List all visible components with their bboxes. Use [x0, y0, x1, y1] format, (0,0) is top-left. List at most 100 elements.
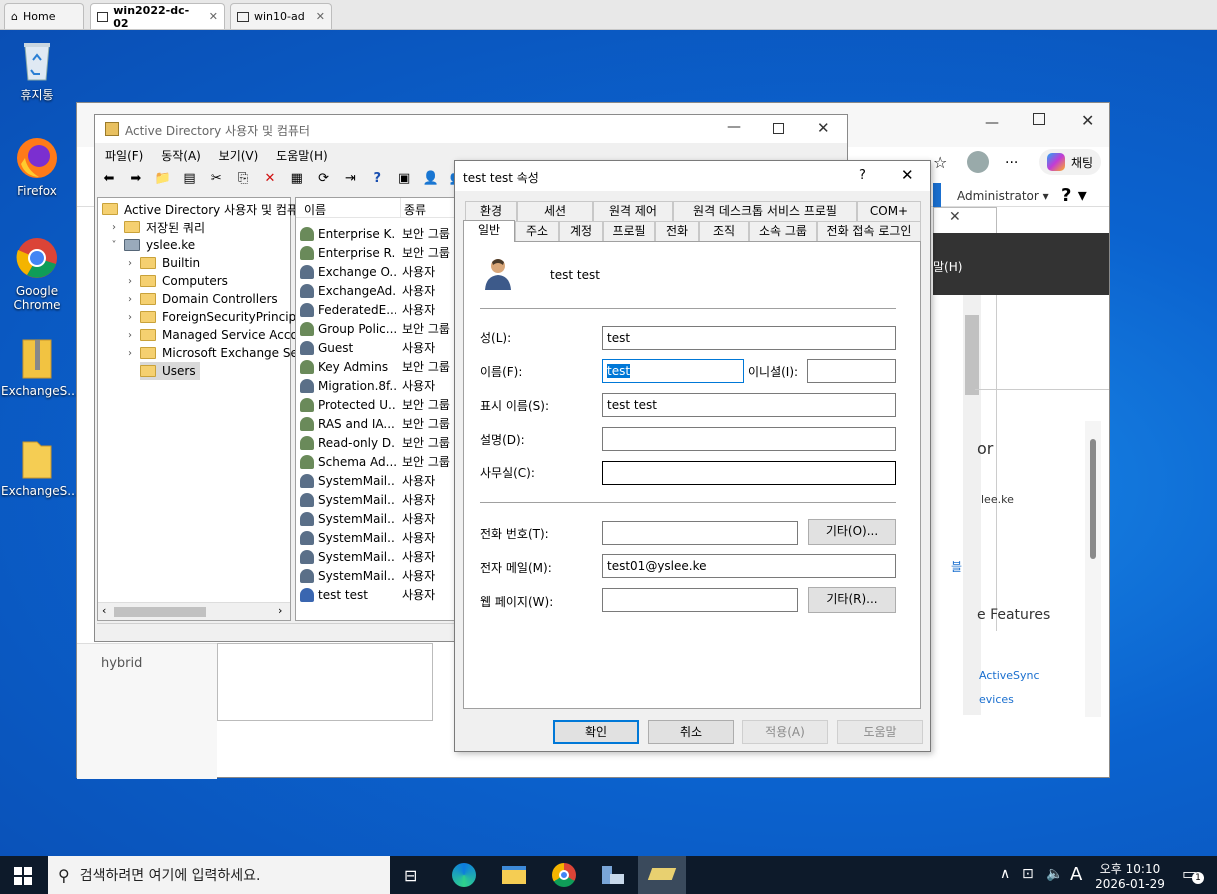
close-icon[interactable]: ✕: [901, 166, 914, 184]
tree-item-foreign-security[interactable]: › ForeignSecurityPrincipal: [124, 308, 307, 326]
tree-hscrollbar[interactable]: ‹ ›: [98, 602, 290, 620]
properties-dialog[interactable]: test test 속성 ? ✕ 환경 세션 원격 제어 원격 데스크톱 서비스…: [454, 160, 931, 752]
menu-view[interactable]: 보기(V): [219, 147, 259, 164]
list-item[interactable]: RAS and IA... 보안 그룹: [296, 414, 454, 433]
console-tree-icon[interactable]: ▤: [179, 169, 199, 189]
vm-tab-win2022-dc-02[interactable]: win2022-dc-02 ✕: [90, 3, 225, 30]
scrollbar-thumb[interactable]: [965, 315, 979, 395]
tree-item-users[interactable]: Users: [140, 362, 200, 380]
ok-button[interactable]: 확인: [553, 720, 639, 744]
popup-close-icon[interactable]: ✕: [949, 209, 961, 225]
ad-taskbar-button[interactable]: [638, 856, 686, 894]
last-name-field[interactable]: test: [602, 326, 896, 350]
tab-member-of[interactable]: 소속 그룹: [749, 221, 817, 241]
close-icon[interactable]: ✕: [316, 10, 325, 23]
chevron-up-icon[interactable]: ∧: [1000, 866, 1010, 882]
close-icon[interactable]: ✕: [209, 10, 218, 23]
link-fragment[interactable]: 블: [951, 558, 962, 575]
chevron-right-icon[interactable]: ›: [124, 348, 136, 359]
web-other-button[interactable]: 기타(R)...: [808, 587, 896, 613]
chevron-right-icon[interactable]: ›: [124, 276, 136, 287]
cut-icon[interactable]: ✂: [206, 169, 226, 189]
favorites-icon[interactable]: ☆: [933, 153, 947, 172]
tab-com-plus[interactable]: COM+: [857, 201, 921, 221]
scroll-right-icon[interactable]: ›: [278, 604, 282, 617]
tab-organization[interactable]: 조직: [699, 221, 749, 241]
clock[interactable]: 오후 10:10 2026-01-29: [1094, 860, 1166, 891]
vm-tab-win10-ad[interactable]: win10-ad ✕: [230, 3, 332, 29]
list-item[interactable]: SystemMail... 사용자: [296, 471, 454, 490]
minimize-icon[interactable]: —: [985, 115, 999, 131]
file-explorer-icon[interactable]: [502, 866, 526, 884]
tab-remote-control[interactable]: 원격 제어: [593, 201, 673, 221]
initials-field[interactable]: [807, 359, 896, 383]
desktop-icon-chrome[interactable]: Google Chrome: [1, 236, 73, 312]
tree-item-exchange-security[interactable]: › Microsoft Exchange Sec: [124, 344, 304, 362]
tab-dial-in[interactable]: 전화 접속 로그인: [817, 221, 921, 241]
edge-icon[interactable]: [452, 863, 476, 887]
tab-rds-profile[interactable]: 원격 데스크톱 서비스 프로필: [673, 201, 857, 221]
tree-item-computers[interactable]: › Computers: [124, 272, 228, 290]
list-item[interactable]: test test 사용자: [296, 585, 454, 604]
inner-scrollbar-thumb[interactable]: [1090, 439, 1096, 559]
column-header-name[interactable]: 이름: [304, 201, 326, 218]
list-item[interactable]: SystemMail... 사용자: [296, 566, 454, 585]
export-icon[interactable]: ⇥: [340, 169, 360, 189]
desktop-icon-recycle-bin[interactable]: 휴지통: [1, 38, 73, 103]
desktop-icon-firefox[interactable]: Firefox: [1, 136, 73, 198]
list-item[interactable]: Guest 사용자: [296, 338, 454, 357]
scrollbar[interactable]: [963, 295, 981, 715]
vm-tab-home[interactable]: ⌂ Home: [4, 3, 84, 29]
windows-start-icon[interactable]: [14, 867, 32, 885]
tree-root[interactable]: Active Directory 사용자 및 컴퓨: [102, 200, 298, 218]
ime-indicator[interactable]: A: [1070, 864, 1082, 885]
apply-button[interactable]: 적용(A): [742, 720, 828, 744]
list-item[interactable]: Enterprise K... 보안 그룹: [296, 224, 454, 243]
list-item[interactable]: SystemMail... 사용자: [296, 547, 454, 566]
tab-general[interactable]: 일반: [463, 220, 515, 242]
list-item[interactable]: Enterprise R... 보안 그룹: [296, 243, 454, 262]
desktop-icon-exchange-folder[interactable]: ExchangeS...: [1, 436, 79, 498]
list-item[interactable]: Read-only D... 보안 그룹: [296, 433, 454, 452]
list-item[interactable]: ExchangeAd... 사용자: [296, 281, 454, 300]
column-header-type[interactable]: 종류: [404, 201, 426, 218]
delete-icon[interactable]: ✕: [260, 169, 280, 189]
phone-other-button[interactable]: 기타(O)...: [808, 519, 896, 545]
desktop-icon-exchange-zip[interactable]: ExchangeS...: [1, 336, 79, 398]
help-button[interactable]: 도움말: [837, 720, 923, 744]
forward-icon[interactable]: ➡: [126, 169, 146, 189]
back-icon[interactable]: ⬅: [99, 169, 119, 189]
maximize-icon[interactable]: [773, 123, 784, 134]
list-item[interactable]: Migration.8f... 사용자: [296, 376, 454, 395]
office-field[interactable]: [602, 461, 896, 485]
list-item[interactable]: FederatedE... 사용자: [296, 300, 454, 319]
close-icon[interactable]: ✕: [817, 119, 830, 137]
list-item[interactable]: SystemMail... 사용자: [296, 509, 454, 528]
tree-item-builtin[interactable]: › Builtin: [124, 254, 200, 272]
notification-icon[interactable]: ▭ 1: [1182, 864, 1204, 884]
refresh-icon[interactable]: ⟳: [314, 169, 334, 189]
tab-sessions[interactable]: 세션: [517, 201, 593, 221]
list-item[interactable]: Key Admins 보안 그룹: [296, 357, 454, 376]
chevron-right-icon[interactable]: ›: [124, 294, 136, 305]
menu-file[interactable]: 파일(F): [105, 147, 143, 164]
activesync-link[interactable]: ActiveSync: [979, 669, 1040, 682]
account-menu[interactable]: Administrator ▾: [957, 189, 1049, 203]
help-menu[interactable]: ? ▾: [1061, 185, 1087, 206]
scrollbar-thumb[interactable]: [114, 607, 206, 617]
tab-address[interactable]: 주소: [515, 221, 559, 241]
first-name-field[interactable]: test: [602, 359, 744, 383]
properties-icon[interactable]: ▦: [287, 169, 307, 189]
column-divider[interactable]: [400, 198, 401, 218]
chat-button[interactable]: 채팅: [1039, 149, 1102, 175]
list-item[interactable]: Schema Ad... 보안 그룹: [296, 452, 454, 471]
volume-muted-icon[interactable]: 🔈: [1046, 866, 1063, 882]
more-icon[interactable]: ···: [1005, 155, 1018, 171]
task-view-icon[interactable]: ⊟: [404, 866, 417, 885]
tree-item-managed-service[interactable]: › Managed Service Accou: [124, 326, 305, 344]
help-icon[interactable]: ?: [859, 168, 866, 183]
display-name-field[interactable]: test test: [602, 393, 896, 417]
chevron-right-icon[interactable]: ›: [124, 312, 136, 323]
web-page-field[interactable]: [602, 588, 798, 612]
chevron-right-icon[interactable]: ›: [108, 222, 120, 233]
